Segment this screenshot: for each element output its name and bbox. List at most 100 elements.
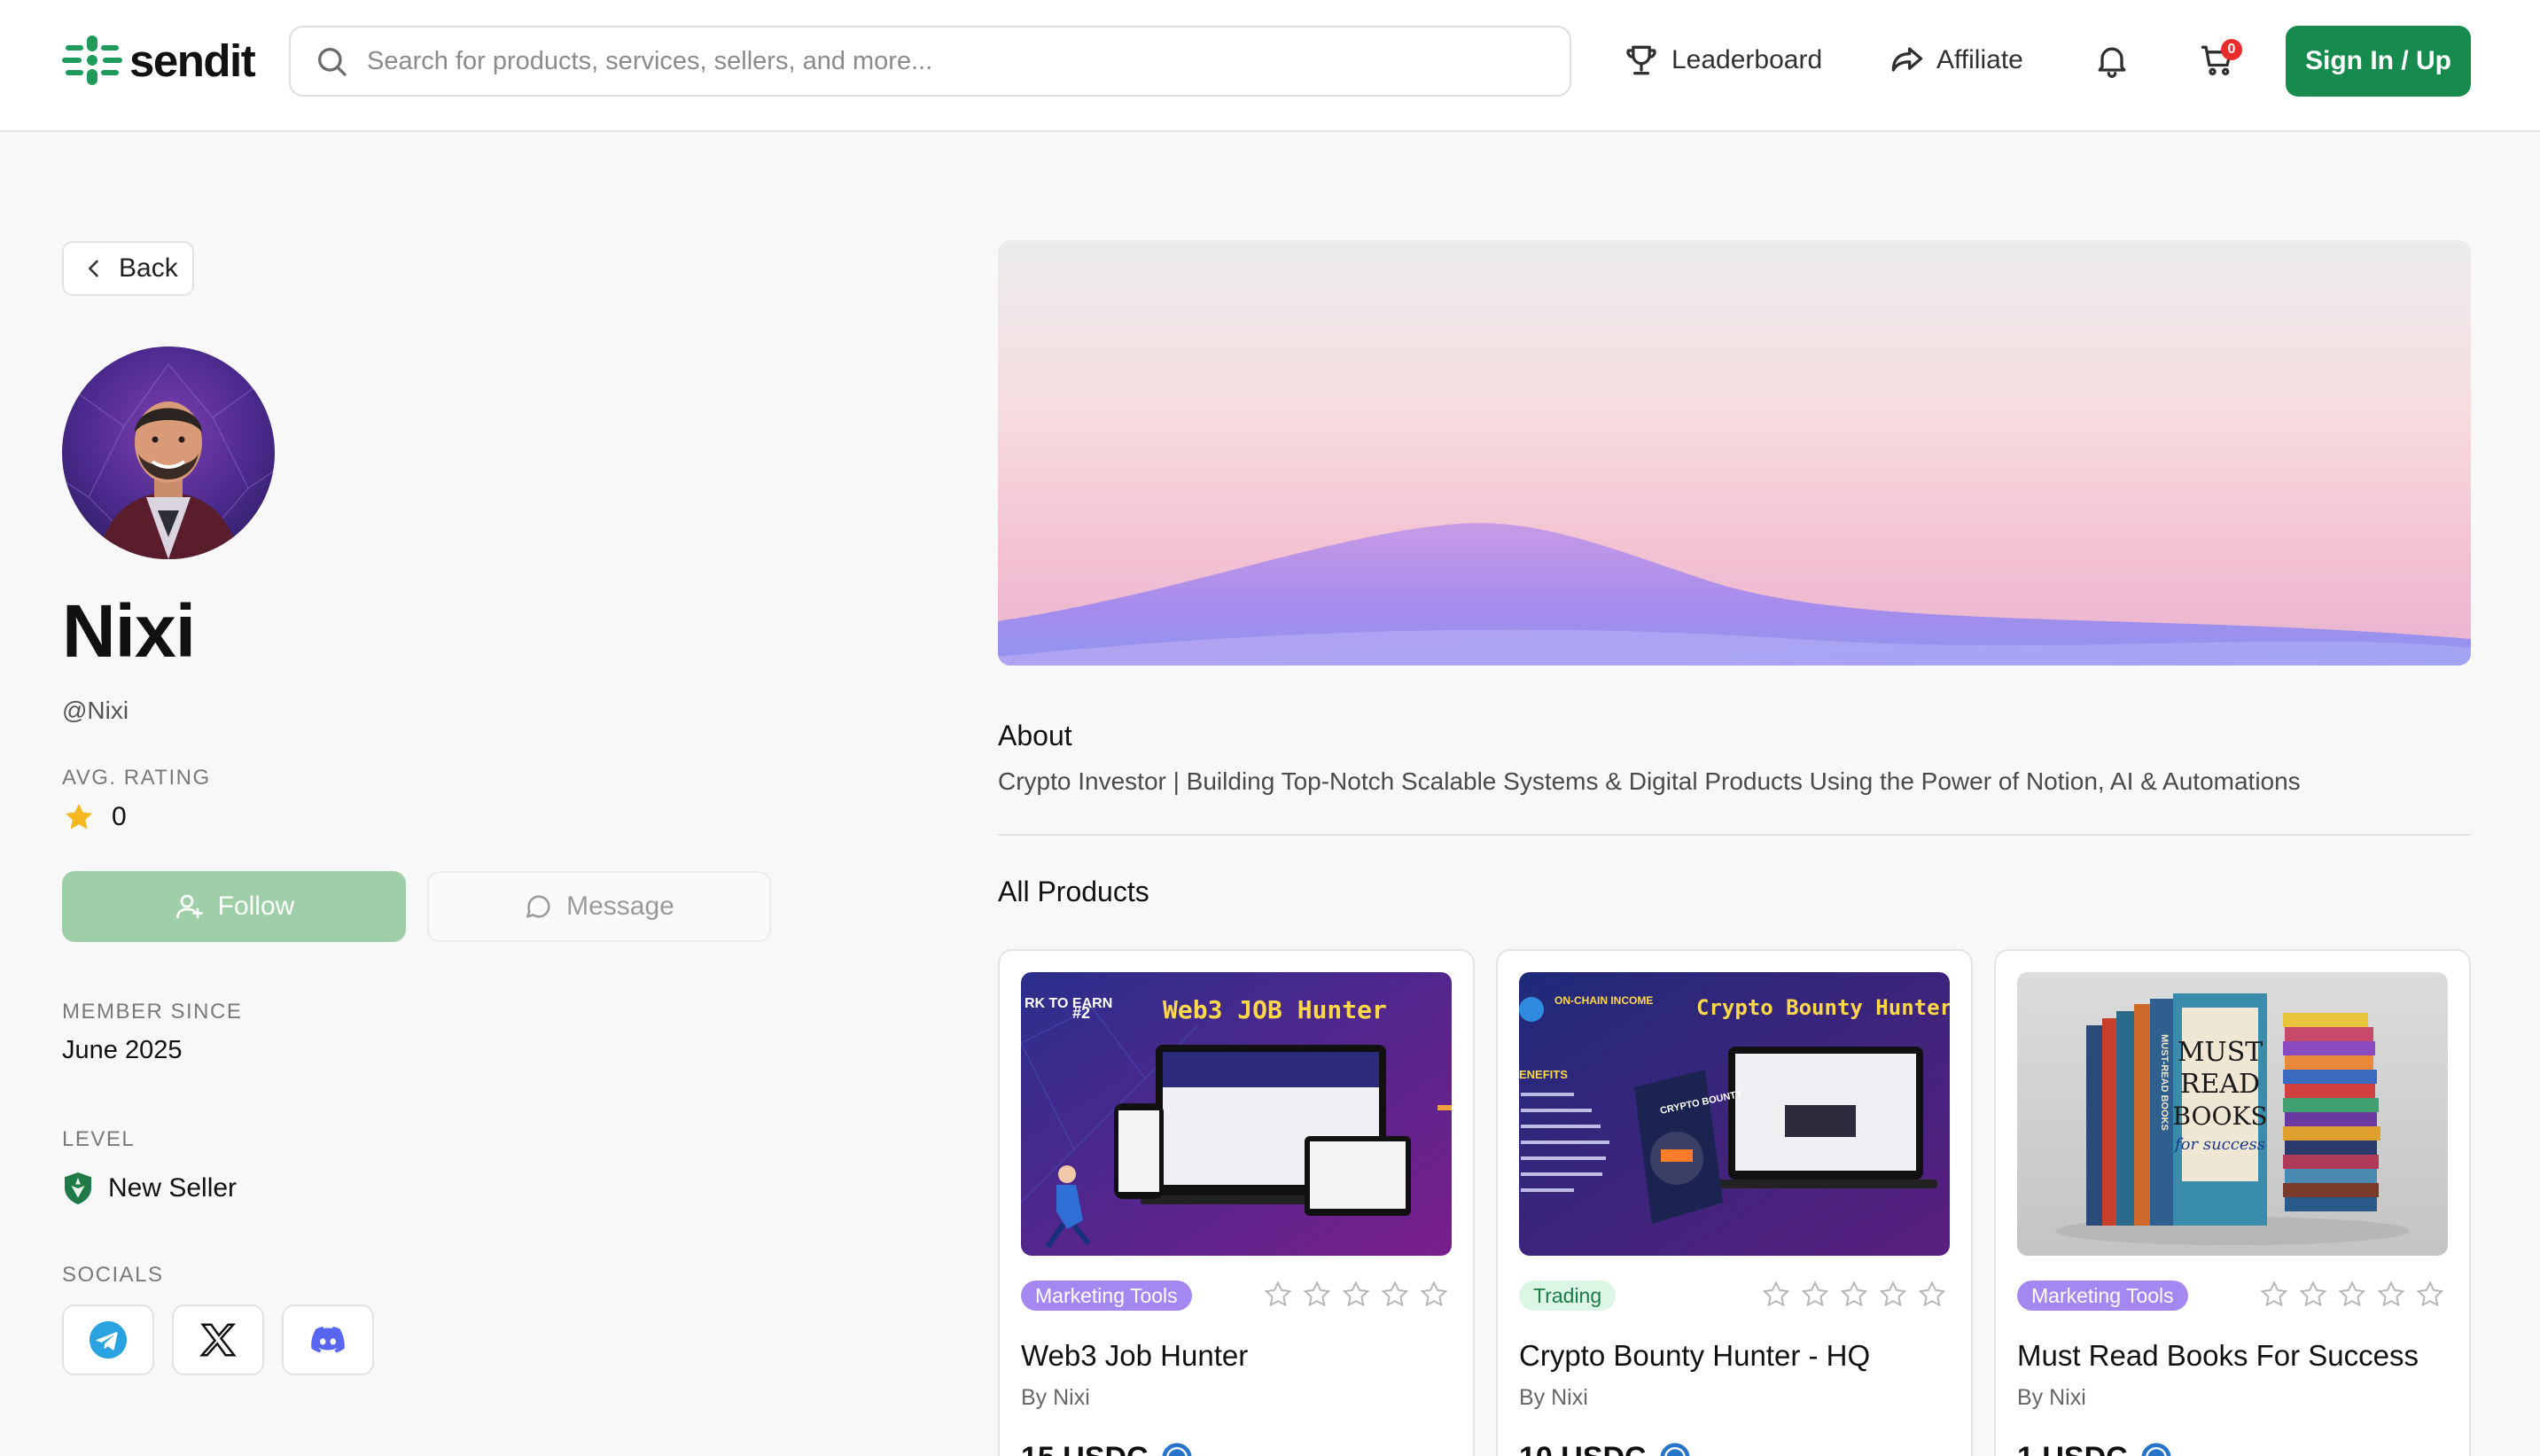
seller-name: Nixi <box>62 589 196 673</box>
level-label: LEVEL <box>62 1127 136 1151</box>
x-icon <box>199 1323 237 1357</box>
products-title: All Products <box>998 876 1149 907</box>
product-price: 1 USDC <box>2017 1440 2174 1456</box>
product-image: RK TO EARN #2 Web3 JOB Hunter <box>1021 972 1452 1256</box>
product-card[interactable]: RK TO EARN #2 Web3 JOB Hunter Marketing … <box>998 949 1475 1456</box>
section-divider <box>998 834 2471 836</box>
banner-image <box>998 240 2471 666</box>
product-category-tag: Trading <box>1519 1281 1617 1311</box>
telegram-button[interactable] <box>62 1304 154 1375</box>
thumb-heading-text: Crypto Bounty Hunter HQ <box>1696 995 1950 1020</box>
product-category-tag: Marketing Tools <box>1021 1281 1192 1311</box>
product-image: ON-CHAIN INCOME Crypto Bounty Hunter HQ … <box>1519 972 1950 1256</box>
thumb-line3-text: BOOKS <box>2172 1102 2267 1131</box>
brand-logo[interactable]: sendit <box>60 32 256 89</box>
avg-rating-label: AVG. RATING <box>62 766 211 790</box>
star-outline-icon <box>1840 1281 1868 1307</box>
avatar-photo <box>62 346 275 559</box>
discord-button[interactable] <box>282 1304 374 1375</box>
cart-count-badge: 0 <box>2221 39 2242 60</box>
member-since-value: June 2025 <box>62 1036 183 1064</box>
product-price: 15 USDC <box>1021 1440 1195 1456</box>
star-outline-icon <box>1420 1281 1448 1307</box>
product-title[interactable]: Web3 Job Hunter <box>1021 1339 1248 1373</box>
star-outline-icon <box>1801 1281 1829 1307</box>
user-plus-icon <box>175 894 203 919</box>
star-outline-icon <box>2377 1281 2405 1307</box>
socials-label: SOCIALS <box>62 1263 164 1287</box>
star-outline-icon <box>1879 1281 1907 1307</box>
product-price: 10 USDC <box>1519 1440 1693 1456</box>
product-thumbnail[interactable]: MUST READ BOOKS for success MUST-READ BO… <box>2017 972 2448 1256</box>
star-filled-icon <box>65 803 93 829</box>
profile-banner <box>998 240 2471 666</box>
star-outline-icon <box>2416 1281 2444 1307</box>
thumb-badge-text: #2 <box>1072 1004 1090 1022</box>
thumb-corner-text: ON-CHAIN INCOME <box>1554 994 1653 1007</box>
product-thumbnail[interactable]: RK TO EARN #2 Web3 JOB Hunter <box>1021 972 1452 1256</box>
star-outline-icon <box>1762 1281 1790 1307</box>
sign-in-button[interactable]: Sign In / Up <box>2286 26 2471 97</box>
thumb-line1-text: MUST <box>2178 1037 2263 1068</box>
thumb-line2-text: READ <box>2180 1069 2260 1100</box>
thumb-heading-text: Web3 JOB Hunter <box>1163 995 1387 1024</box>
about-title: About <box>998 720 1072 751</box>
globe-logo-icon <box>62 35 122 85</box>
usdc-coin-icon <box>1660 1443 1690 1456</box>
back-button[interactable]: Back <box>62 241 194 296</box>
trophy-icon <box>1626 45 1656 75</box>
nav-affiliate[interactable]: Affiliate <box>1887 35 2023 85</box>
bell-icon[interactable] <box>2092 41 2131 80</box>
search-input[interactable] <box>349 27 1570 95</box>
avg-rating-value: 0 <box>112 802 127 831</box>
message-button[interactable]: Message <box>427 871 771 942</box>
product-card[interactable]: ON-CHAIN INCOME Crypto Bounty Hunter HQ … <box>1496 949 1973 1456</box>
thumb-side-text: ENEFITS <box>1519 1068 1568 1081</box>
thumb-line4-text: for success <box>2173 1135 2265 1154</box>
member-since-label: MEMBER SINCE <box>62 1000 243 1024</box>
search-bar[interactable] <box>289 26 1571 97</box>
thumb-corner-text: RK TO EARN <box>1025 996 1112 1011</box>
product-image: MUST READ BOOKS for success MUST-READ BO… <box>2017 972 2448 1256</box>
star-outline-icon <box>1381 1281 1409 1307</box>
product-price-value: 1 USDC <box>2017 1441 2128 1456</box>
product-rating-stars <box>1760 1279 1948 1311</box>
star-outline-icon <box>1303 1281 1331 1307</box>
star-outline-icon <box>1342 1281 1370 1307</box>
usdc-coin-icon <box>2141 1443 2171 1456</box>
product-seller: By Nixi <box>1021 1385 1090 1410</box>
product-price-value: 15 USDC <box>1021 1441 1149 1456</box>
nav-leaderboard-label: Leaderboard <box>1671 45 1823 74</box>
product-thumbnail[interactable]: ON-CHAIN INCOME Crypto Bounty Hunter HQ … <box>1519 972 1950 1256</box>
seller-level-value: New Seller <box>108 1173 238 1203</box>
avg-rating: 0 <box>62 799 127 835</box>
product-rating-stars <box>1262 1279 1450 1311</box>
product-rating-stars <box>2258 1279 2446 1311</box>
share-arrow-icon <box>1891 47 1923 72</box>
chat-bubble-icon <box>526 895 550 918</box>
star-outline-icon <box>1918 1281 1946 1307</box>
product-card[interactable]: MUST READ BOOKS for success MUST-READ BO… <box>1994 949 2471 1456</box>
product-title[interactable]: Crypto Bounty Hunter - HQ <box>1519 1339 1870 1373</box>
brand-name: sendit <box>129 35 256 86</box>
nav-leaderboard[interactable]: Leaderboard <box>1622 35 1822 85</box>
chevron-left-icon <box>89 260 98 277</box>
search-icon <box>318 48 347 76</box>
discord-icon <box>311 1327 345 1353</box>
x-button[interactable] <box>172 1304 264 1375</box>
nav-affiliate-label: Affiliate <box>1936 45 2023 74</box>
shield-badge-icon <box>65 1172 91 1204</box>
product-seller: By Nixi <box>1519 1385 1588 1410</box>
back-label: Back <box>119 253 178 283</box>
product-category-tag: Marketing Tools <box>2017 1281 2188 1311</box>
star-outline-icon <box>1264 1281 1292 1307</box>
star-outline-icon <box>2260 1281 2288 1307</box>
usdc-coin-icon <box>1162 1443 1192 1456</box>
follow-button[interactable]: Follow <box>62 871 406 942</box>
product-seller: By Nixi <box>2017 1385 2086 1410</box>
product-title[interactable]: Must Read Books For Success <box>2017 1339 2419 1373</box>
product-price-value: 10 USDC <box>1519 1441 1647 1456</box>
seller-handle: @Nixi <box>62 697 129 724</box>
about-text: Crypto Investor | Building Top-Notch Sca… <box>998 767 2301 795</box>
star-outline-icon <box>2299 1281 2327 1307</box>
